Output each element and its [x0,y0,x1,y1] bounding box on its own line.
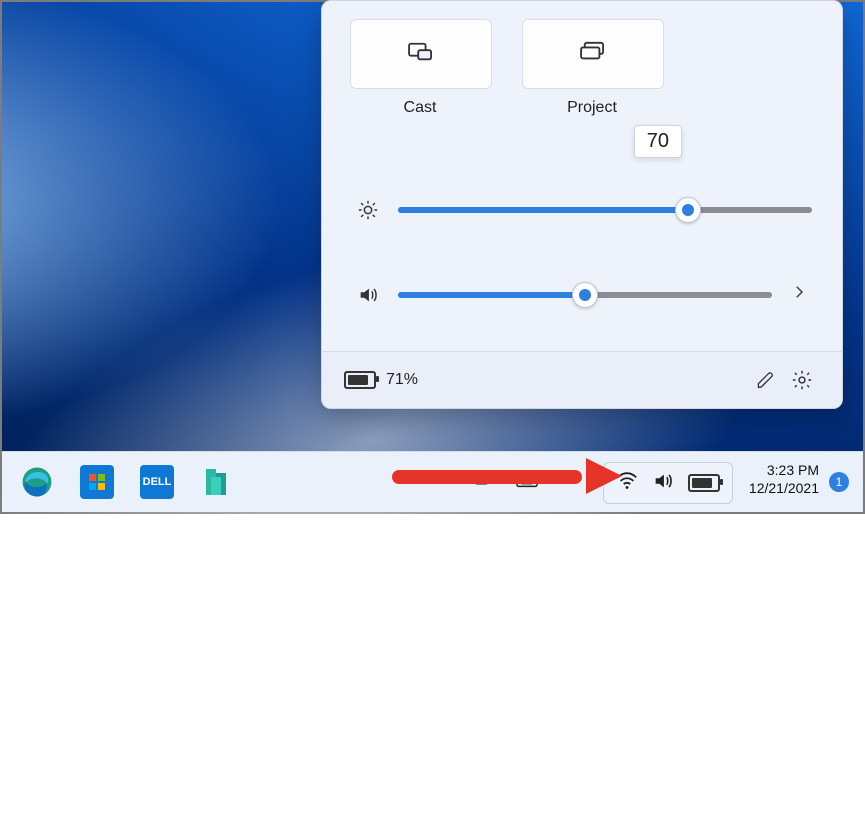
keyboard-icon[interactable] [516,472,538,493]
onedrive-icon[interactable] [472,472,494,493]
cast-label: Cast [350,99,490,117]
volume-icon [356,284,380,306]
taskbar-pinned-apps: DELL [20,452,234,512]
brightness-slider[interactable] [398,207,812,213]
microsoft-store-app-icon[interactable] [80,465,114,499]
office-app-icon[interactable] [200,465,234,499]
brightness-icon [356,199,380,221]
cast-button[interactable] [350,19,492,89]
edge-app-icon[interactable] [20,465,54,499]
brightness-tooltip: 70 [634,125,682,158]
quick-settings-panel: Cast Project 70 [321,0,843,409]
battery-percent: 71% [386,371,418,389]
taskbar-clock[interactable]: 3:23 PM 12/21/2021 [749,462,819,502]
volume-slider[interactable] [398,292,772,298]
project-label: Project [522,99,662,117]
brightness-slider-thumb[interactable] [675,197,701,223]
wifi-icon [616,470,638,497]
taskbar-center-icons [432,452,538,512]
notification-badge[interactable]: 1 [829,472,849,492]
clock-date: 12/21/2021 [749,480,819,498]
battery-icon [344,371,376,389]
project-button[interactable] [522,19,664,89]
speaker-icon [652,470,674,497]
battery-status[interactable]: 71% [344,371,418,389]
volume-slider-row [356,283,812,306]
tray-chevron-up-icon[interactable] [432,471,450,494]
volume-output-chevron-icon[interactable] [790,283,812,306]
brightness-slider-row [356,199,812,221]
dell-app-icon[interactable]: DELL [140,465,174,499]
quick-settings-footer: 71% [322,351,842,408]
window-frame: Cast Project 70 [0,0,865,514]
taskbar: DELL 3:23 PM 12/21/2021 1 [2,451,863,512]
project-tile: Project [522,19,662,117]
volume-slider-thumb[interactable] [572,282,598,308]
cast-icon [406,41,436,68]
battery-tray-icon [688,474,720,492]
system-tray[interactable] [603,462,733,504]
edit-quick-settings-button[interactable] [748,362,784,398]
quick-settings-tiles: Cast Project [350,19,662,117]
cast-tile: Cast [350,19,490,117]
clock-time: 3:23 PM [749,462,819,480]
settings-button[interactable] [784,362,820,398]
project-icon [578,41,608,68]
